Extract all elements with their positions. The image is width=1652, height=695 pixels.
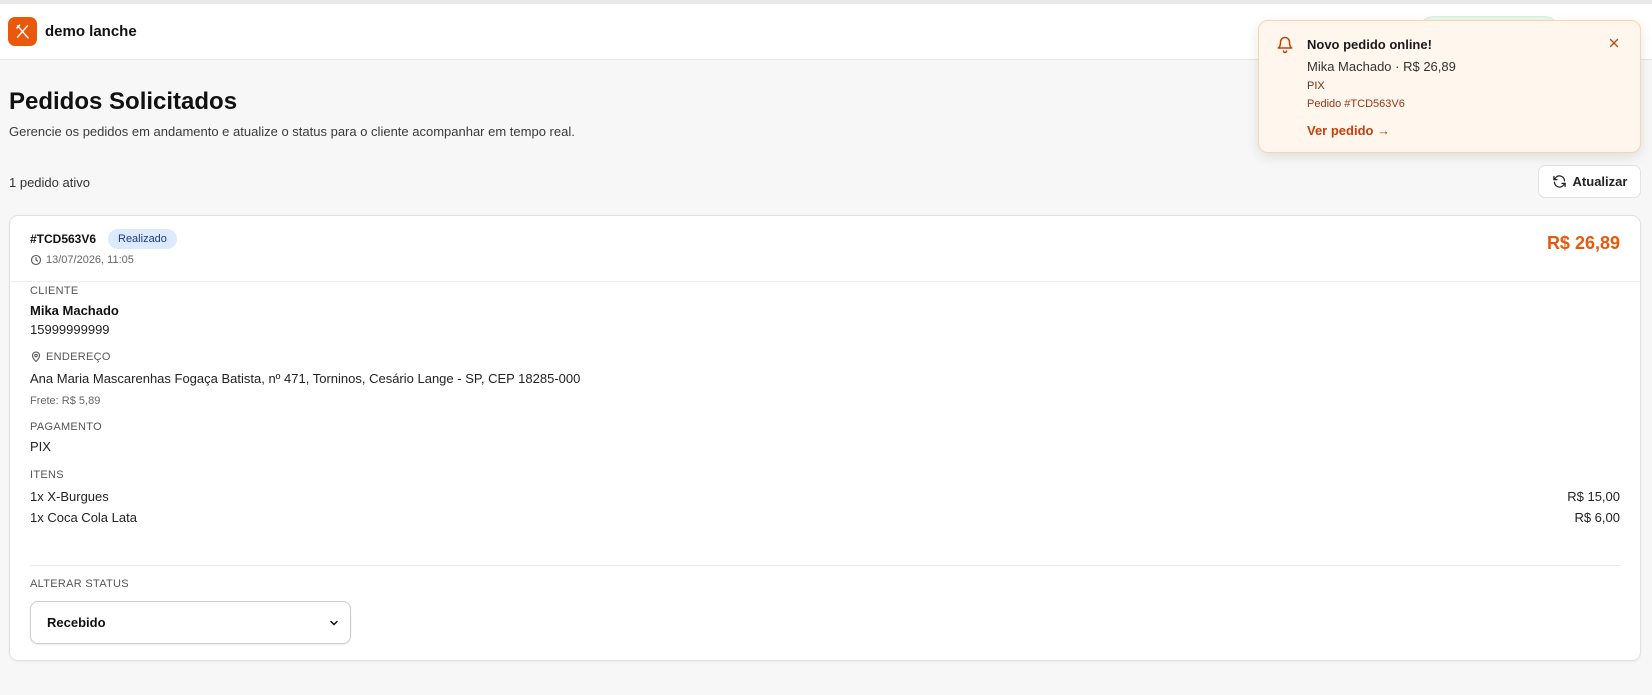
order-total: R$ 26,89 xyxy=(1546,233,1620,253)
client-phone: 15999999999 xyxy=(30,322,110,337)
view-order-link[interactable]: Ver pedido → xyxy=(1307,123,1390,138)
page-subtitle: Gerencie os pedidos em andamento e atual… xyxy=(9,124,575,139)
toast-title: Novo pedido online! xyxy=(1307,37,1432,52)
item-price: R$ 6,00 xyxy=(1574,510,1620,525)
refresh-label: Atualizar xyxy=(1572,174,1628,189)
payment-label: PAGAMENTO xyxy=(30,421,102,433)
refresh-icon xyxy=(1552,175,1566,188)
item-name: 1x Coca Cola Lata xyxy=(30,510,137,525)
toast-order-ref: Pedido #TCD563V6 xyxy=(1307,98,1405,110)
refresh-button[interactable]: Atualizar xyxy=(1538,165,1641,198)
new-order-toast: Novo pedido online! Mika Machado · R$ 26… xyxy=(1258,20,1641,153)
address-label: ENDEREÇO xyxy=(30,351,111,363)
address-label-text: ENDEREÇO xyxy=(46,351,111,363)
page-title: Pedidos Solicitados xyxy=(9,88,238,115)
chevron-down-icon xyxy=(330,620,338,625)
payment-method: PIX xyxy=(30,439,51,454)
shipping-fee: Frete: R$ 5,89 xyxy=(30,395,101,407)
close-icon xyxy=(1609,38,1619,48)
map-pin-icon xyxy=(31,351,41,363)
client-name: Mika Machado xyxy=(30,303,119,318)
toast-summary: Mika Machado · R$ 26,89 xyxy=(1307,59,1456,74)
brand-name: demo lanche xyxy=(45,23,137,40)
order-card-header: #TCD563V6 Realizado 13/07/2026, 11:05 R$… xyxy=(10,216,1640,282)
status-badge: Realizado xyxy=(108,229,177,249)
order-card: #TCD563V6 Realizado 13/07/2026, 11:05 R$… xyxy=(9,215,1641,661)
active-orders-count: 1 pedido ativo xyxy=(9,175,90,190)
item-name: 1x X-Burgues xyxy=(30,489,109,504)
items-label: ITENS xyxy=(30,469,64,481)
bell-icon xyxy=(1277,36,1293,54)
order-item: 1x X-Burgues R$ 15,00 xyxy=(30,489,1620,504)
toast-close-button[interactable] xyxy=(1604,33,1624,53)
order-id: #TCD563V6 xyxy=(30,232,97,246)
order-datetime-text: 13/07/2026, 11:05 xyxy=(46,254,134,266)
order-datetime: 13/07/2026, 11:05 xyxy=(30,254,134,266)
status-select[interactable]: Recebido xyxy=(30,601,351,644)
divider xyxy=(30,565,1620,566)
change-status-label: ALTERAR STATUS xyxy=(30,578,129,590)
client-label: CLIENTE xyxy=(30,285,79,297)
order-item: 1x Coca Cola Lata R$ 6,00 xyxy=(30,510,1620,525)
status-select-value: Recebido xyxy=(47,615,106,630)
utensils-icon xyxy=(16,24,29,39)
delivery-address: Ana Maria Mascarenhas Fogaça Batista, nº… xyxy=(30,371,581,386)
toast-payment: PIX xyxy=(1307,80,1325,92)
clock-icon xyxy=(30,254,42,266)
brand-logo[interactable] xyxy=(8,17,37,46)
item-price: R$ 15,00 xyxy=(1567,489,1620,504)
